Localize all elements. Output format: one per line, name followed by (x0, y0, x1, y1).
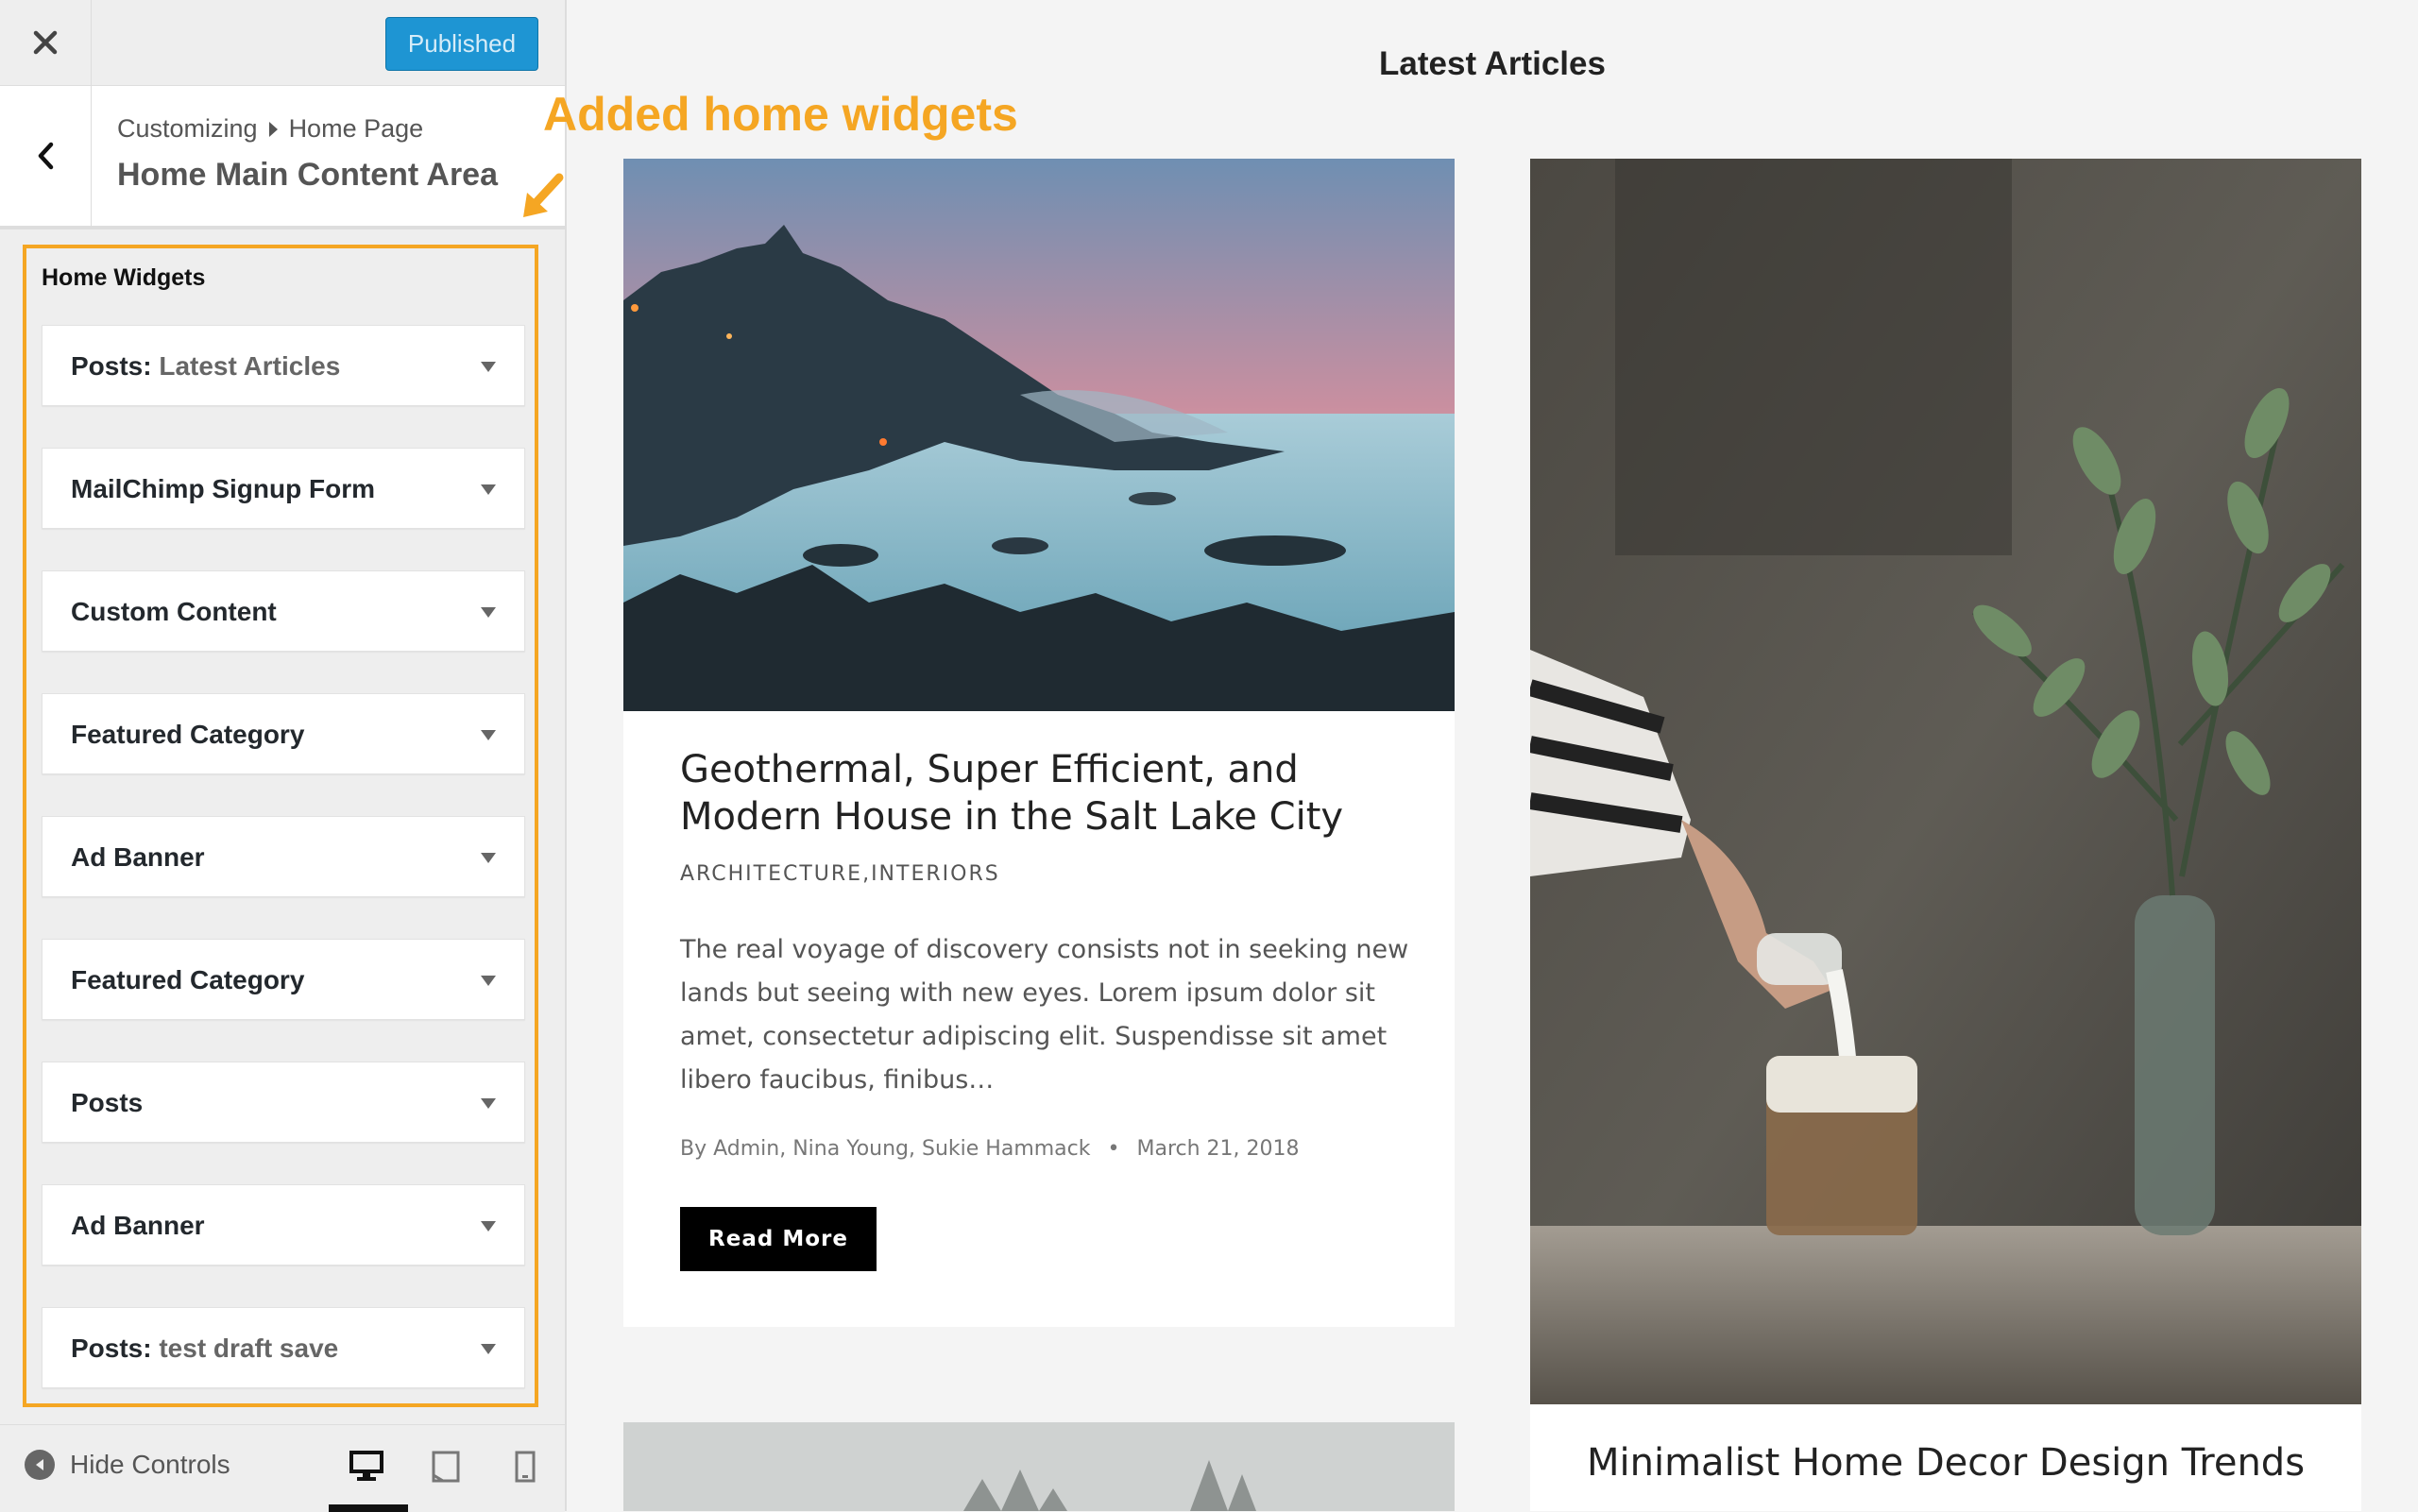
article-card: Minimalist Home Decor Design Trends (1530, 159, 2361, 1511)
read-more-button[interactable]: Read More (680, 1207, 877, 1271)
article-image[interactable] (1530, 159, 2361, 1404)
widget-label: Ad Banner (71, 1211, 205, 1240)
customizer-sidebar: Published Customizing Home Page Home Mai… (0, 0, 567, 1512)
widget-label: Posts: (71, 1334, 152, 1363)
widget-label: Posts (71, 1088, 144, 1117)
tablet-preview-button[interactable] (425, 1446, 467, 1487)
widget-item[interactable]: Posts (42, 1062, 525, 1143)
caret-down-icon[interactable] (481, 1344, 496, 1354)
caret-down-icon[interactable] (481, 976, 496, 986)
widget-label: Posts: (71, 351, 152, 381)
breadcrumb: Customizing Home Page (117, 114, 423, 144)
article-authors: By Admin, Nina Young, Sukie Hammack (680, 1137, 1091, 1161)
section-header: Customizing Home Page Home Main Content … (0, 86, 565, 229)
widget-title: Featured Category (71, 940, 304, 1021)
tablet-icon (432, 1451, 460, 1483)
plant-and-milk-image (1530, 159, 2361, 1404)
caret-right-icon (268, 121, 278, 137)
widget-item[interactable]: Featured Category (42, 939, 525, 1020)
close-icon (33, 30, 58, 55)
widget-label: Featured Category (71, 965, 305, 994)
desktop-icon (349, 1451, 383, 1481)
widget-title: Ad Banner (71, 817, 205, 898)
annotation-label: Added home widgets (543, 88, 1018, 141)
caret-down-icon[interactable] (481, 853, 496, 863)
widget-item[interactable]: MailChimp Signup Form (42, 448, 525, 529)
preview-heading: Latest Articles (1379, 45, 1606, 82)
section-title: Home Main Content Area (117, 157, 499, 193)
home-widgets-panel: Home Widgets Posts: Latest Articles Mail… (23, 245, 538, 1407)
annotation-arrow-icon (523, 173, 564, 217)
widget-item[interactable]: Ad Banner (42, 816, 525, 897)
widget-item[interactable]: Ad Banner (42, 1184, 525, 1266)
hide-controls-label: Hide Controls (70, 1450, 230, 1479)
caret-down-icon[interactable] (481, 362, 496, 372)
caret-down-icon[interactable] (481, 607, 496, 618)
widget-title: Posts (71, 1062, 143, 1144)
customizer-footer: Hide Controls (0, 1424, 565, 1512)
close-button[interactable] (0, 0, 92, 85)
category-link[interactable]: INTERIORS (871, 862, 1000, 886)
mobile-icon (515, 1451, 536, 1483)
widget-item[interactable]: Featured Category (42, 693, 525, 774)
article-title[interactable]: Minimalist Home Decor Design Trends (1587, 1439, 2342, 1487)
hide-controls-button[interactable]: Hide Controls (25, 1450, 230, 1480)
widget-title: MailChimp Signup Form (71, 449, 375, 530)
article-categories: ARCHITECTURE,INTERIORS (680, 862, 1000, 886)
article-title[interactable]: Geothermal, Super Efficient, and Modern … (680, 746, 1417, 841)
article-meta: By Admin, Nina Young, Sukie Hammack • Marc… (680, 1137, 1300, 1161)
mobile-preview-button[interactable] (504, 1446, 546, 1487)
publish-button[interactable]: Published (385, 17, 538, 71)
article-image[interactable] (623, 159, 1455, 711)
article-date: March 21, 2018 (1136, 1137, 1300, 1161)
widget-label: MailChimp Signup Form (71, 474, 375, 503)
caret-down-icon[interactable] (481, 1221, 496, 1232)
caret-down-icon[interactable] (481, 1098, 496, 1109)
widget-label: Ad Banner (71, 842, 205, 872)
desktop-preview-button[interactable] (346, 1446, 387, 1487)
widget-label: Custom Content (71, 597, 277, 626)
customizer-header: Published (0, 0, 565, 86)
breadcrumb-root: Customizing (117, 114, 258, 143)
article-card (623, 1422, 1455, 1511)
caret-down-icon[interactable] (481, 730, 496, 740)
foggy-forest-image[interactable] (623, 1422, 1455, 1511)
article-excerpt: The real voyage of discovery consists no… (680, 935, 1409, 1095)
caret-down-icon[interactable] (481, 484, 496, 495)
back-button[interactable] (0, 86, 92, 226)
widget-title: Custom Content (71, 571, 277, 653)
widget-title: Featured Category (71, 694, 304, 775)
coastal-landscape-image (623, 159, 1455, 711)
widget-subtitle: test draft save (159, 1334, 339, 1363)
breadcrumb-page: Home Page (288, 114, 424, 143)
article-card: Geothermal, Super Efficient, and Modern … (623, 159, 1455, 1327)
meta-separator: • (1107, 1137, 1120, 1161)
collapse-icon (25, 1450, 55, 1480)
chevron-left-icon (38, 142, 54, 170)
widget-label: Featured Category (71, 720, 305, 749)
widget-title: Posts: test draft save (71, 1308, 338, 1389)
widget-item[interactable]: Posts: test draft save (42, 1307, 525, 1388)
widget-item[interactable]: Posts: Latest Articles (42, 325, 525, 406)
category-link[interactable]: ARCHITECTURE (680, 862, 862, 886)
widgets-heading: Home Widgets (42, 264, 206, 291)
widget-title: Posts: Latest Articles (71, 326, 340, 407)
widget-title: Ad Banner (71, 1185, 205, 1266)
widget-subtitle: Latest Articles (159, 351, 341, 381)
widget-item[interactable]: Custom Content (42, 570, 525, 652)
